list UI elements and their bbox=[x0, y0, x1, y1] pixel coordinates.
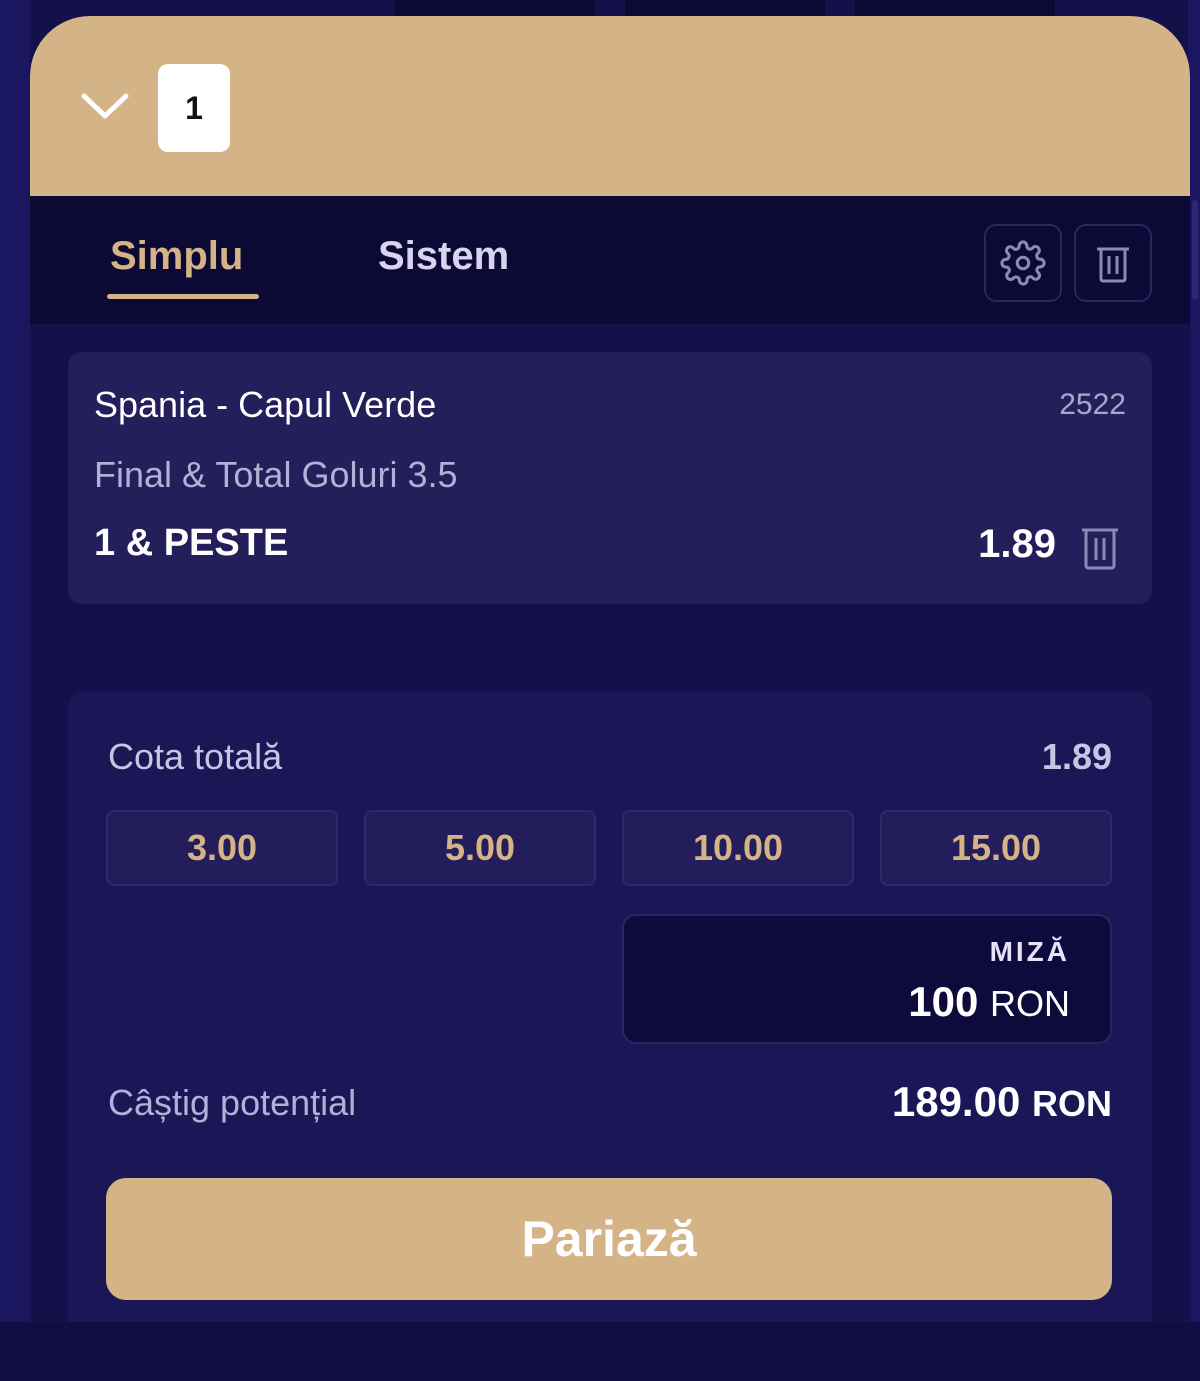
quick-stake-button[interactable]: 3.00 bbox=[106, 810, 338, 886]
tab-sistem[interactable]: Sistem bbox=[378, 234, 509, 279]
trash-icon[interactable] bbox=[1078, 522, 1122, 572]
scrollbar-thumb[interactable] bbox=[1192, 200, 1198, 300]
selection-count-badge: 1 bbox=[158, 64, 230, 152]
selection-pick: 1 & PESTE bbox=[94, 522, 289, 564]
stake-currency: RON bbox=[990, 983, 1070, 1024]
potential-win-currency: RON bbox=[1032, 1083, 1112, 1124]
chevron-down-icon[interactable] bbox=[80, 86, 130, 126]
selection-odds: 1.89 bbox=[978, 522, 1056, 566]
trash-icon bbox=[1097, 247, 1129, 283]
settings-button[interactable] bbox=[984, 224, 1062, 302]
stake-value: 100 RON bbox=[908, 978, 1070, 1026]
stake-panel: Cota totală 1.89 3.00 5.00 10.00 15.00 M… bbox=[68, 692, 1152, 1356]
match-name: Spania - Capul Verde bbox=[94, 384, 437, 425]
event-code: 2522 bbox=[1059, 388, 1126, 421]
bottom-bar bbox=[0, 1322, 1200, 1381]
quick-stake-button[interactable]: 10.00 bbox=[622, 810, 854, 886]
bet-slip: 1 Simplu Sistem Spania - Capul Verde 252… bbox=[30, 16, 1190, 1356]
background-left bbox=[0, 0, 30, 1381]
potential-win-value: 189.00 RON bbox=[892, 1078, 1112, 1126]
place-bet-button[interactable]: Pariază bbox=[106, 1178, 1112, 1300]
active-tab-indicator bbox=[107, 294, 259, 299]
potential-win-label: Câștig potențial bbox=[108, 1082, 357, 1123]
stake-label: MIZĂ bbox=[989, 936, 1070, 967]
potential-win-amount: 189.00 bbox=[891, 1078, 1021, 1125]
bet-slip-header[interactable]: 1 bbox=[30, 16, 1190, 196]
bet-type-tabs: Simplu Sistem bbox=[30, 196, 1190, 324]
clear-all-button[interactable] bbox=[1074, 224, 1152, 302]
total-odds-value: 1.89 bbox=[1041, 736, 1112, 777]
selection-card: Spania - Capul Verde 2522 Final & Total … bbox=[68, 352, 1152, 604]
stake-input[interactable]: MIZĂ 100 RON bbox=[622, 914, 1112, 1044]
stake-amount: 100 bbox=[908, 978, 979, 1025]
gear-icon bbox=[1000, 240, 1046, 286]
market-name: Final & Total Goluri 3.5 bbox=[94, 454, 458, 495]
tab-simplu[interactable]: Simplu bbox=[110, 234, 243, 279]
total-odds-label: Cota totală bbox=[108, 736, 283, 777]
quick-stake-button[interactable]: 15.00 bbox=[880, 810, 1112, 886]
quick-stake-button[interactable]: 5.00 bbox=[364, 810, 596, 886]
